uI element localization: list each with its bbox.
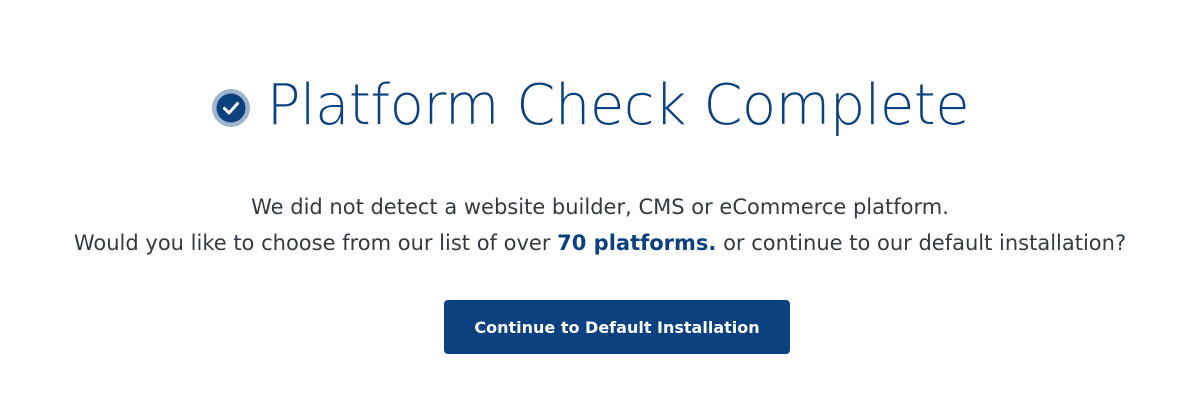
message-line-1: We did not detect a website builder, CMS… bbox=[251, 195, 949, 219]
message-line-2: Would you like to choose from our list o… bbox=[0, 225, 1200, 261]
page-header: Platform Check Complete bbox=[0, 66, 1200, 146]
message-line-2-prefix: Would you like to choose from our list o… bbox=[73, 231, 558, 255]
check-circle-icon bbox=[211, 88, 251, 128]
continue-default-installation-button[interactable]: Continue to Default Installation bbox=[444, 300, 790, 354]
detection-message: We did not detect a website builder, CMS… bbox=[0, 189, 1200, 261]
page-title: Platform Check Complete bbox=[266, 73, 970, 138]
platforms-list-link[interactable]: 70 platforms. bbox=[557, 231, 716, 255]
message-line-2-suffix: or continue to our default installation? bbox=[716, 231, 1127, 255]
